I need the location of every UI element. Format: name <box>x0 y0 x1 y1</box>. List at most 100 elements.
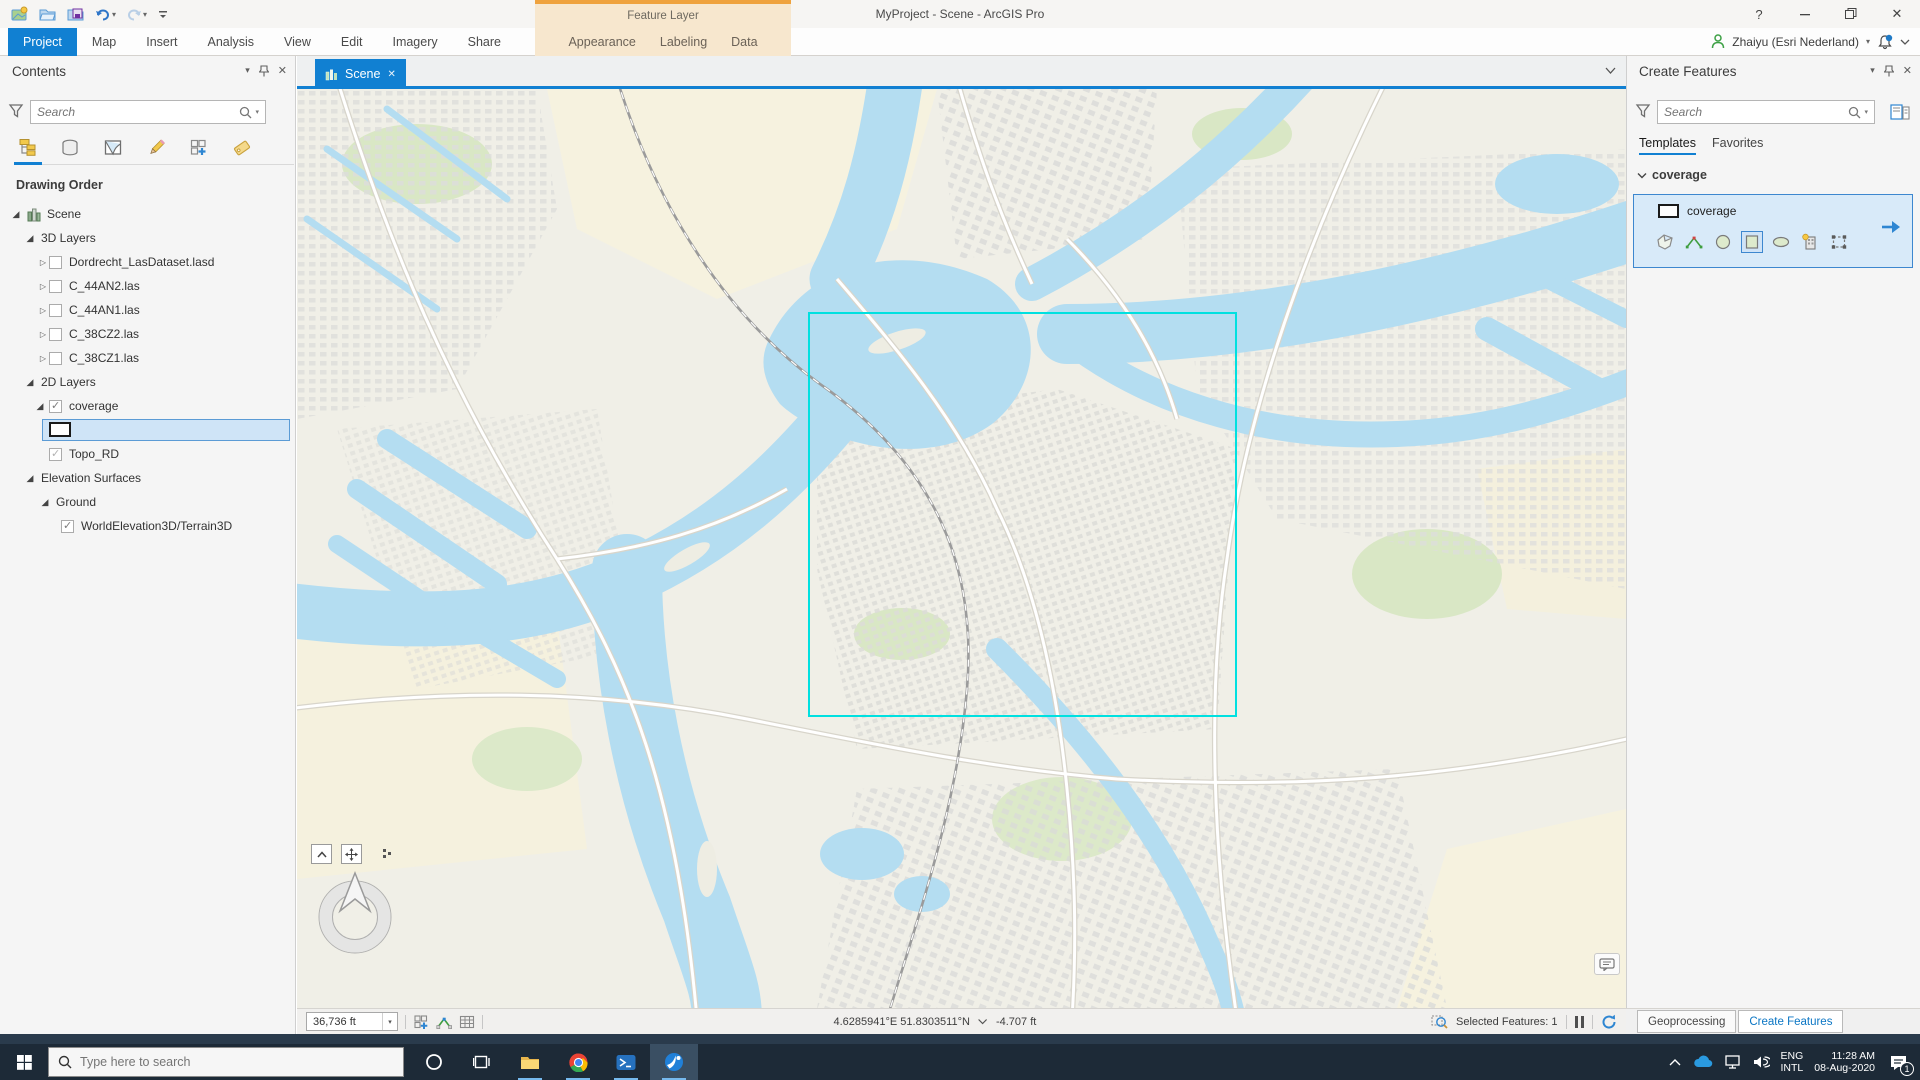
collapsed-twisty-icon[interactable]: ▷ <box>37 258 49 267</box>
undo-button[interactable]: ▾ <box>92 2 119 26</box>
ellipse-tool-icon[interactable] <box>1770 231 1792 253</box>
tree-item-topo-rd[interactable]: Topo_RD <box>0 442 295 466</box>
selected-features-count[interactable]: Selected Features: 1 <box>1456 1016 1558 1028</box>
search-icon[interactable] <box>239 106 252 119</box>
overview-toggle-button[interactable] <box>311 844 332 864</box>
list-by-selection-icon[interactable] <box>100 136 126 160</box>
refresh-icon[interactable] <box>1601 1014 1617 1030</box>
pin-icon[interactable] <box>1883 64 1894 77</box>
nav-drag-handle[interactable] <box>383 849 391 859</box>
add-grid-icon[interactable] <box>413 1014 429 1030</box>
pause-drawing-button[interactable] <box>1574 1015 1584 1028</box>
scene-view-tab[interactable]: Scene ✕ <box>315 59 406 89</box>
volume-icon[interactable] <box>1753 1055 1770 1069</box>
coverage-template-card[interactable]: coverage <box>1633 194 1913 268</box>
panel-menu-dropdown-icon[interactable]: ▾ <box>245 65 250 76</box>
snapping-toggle-icon[interactable] <box>436 1014 452 1030</box>
tab-edit[interactable]: Edit <box>326 28 378 56</box>
list-by-drawing-order-icon[interactable] <box>14 136 40 160</box>
layer-checkbox[interactable] <box>49 327 62 341</box>
contents-search-input[interactable] <box>31 105 240 119</box>
tree-item-c44an2[interactable]: ▷ C_44AN2.las <box>0 274 295 298</box>
language-indicator[interactable]: ENG INTL <box>1781 1050 1804 1074</box>
open-active-template-arrow-icon[interactable] <box>1880 219 1902 235</box>
start-button[interactable] <box>0 1044 48 1080</box>
file-explorer-button[interactable] <box>506 1044 554 1080</box>
minimize-button[interactable] <box>1782 0 1828 28</box>
panel-menu-dropdown-icon[interactable]: ▾ <box>1870 65 1875 76</box>
powershell-button[interactable] <box>602 1044 650 1080</box>
coverage-rectangle-symbol[interactable] <box>49 422 71 437</box>
rectangle-tool-icon[interactable] <box>1741 231 1763 253</box>
tab-labeling[interactable]: Labeling <box>648 28 719 56</box>
expanded-twisty-icon[interactable]: ◢ <box>24 473 36 484</box>
search-icon[interactable] <box>1848 106 1861 119</box>
tab-list-chevron-icon[interactable] <box>1605 66 1616 75</box>
restore-button[interactable] <box>1828 0 1874 28</box>
tree-item-coverage[interactable]: ◢ coverage <box>0 394 295 418</box>
pin-icon[interactable] <box>258 64 269 77</box>
tab-share[interactable]: Share <box>453 28 516 56</box>
taskbar-search-input[interactable] <box>80 1055 394 1069</box>
task-view-button[interactable] <box>458 1044 506 1080</box>
onedrive-icon[interactable] <box>1692 1055 1714 1069</box>
filter-funnel-icon[interactable] <box>1635 103 1651 119</box>
tab-favorites[interactable]: Favorites <box>1712 136 1763 155</box>
list-by-labeling-icon[interactable] <box>229 136 255 160</box>
tree-item-2d-layers[interactable]: ◢ 2D Layers <box>0 370 295 394</box>
notifications-bell-icon[interactable] <box>1877 34 1893 50</box>
collapsed-twisty-icon[interactable]: ▷ <box>37 354 49 363</box>
tree-item-coverage-symbol[interactable] <box>0 418 295 442</box>
autocomplete-polygon-tool-icon[interactable] <box>1799 231 1821 253</box>
customize-quick-access-button[interactable] <box>154 2 172 26</box>
map-scale-combobox[interactable]: 36,736 ft ▾ <box>306 1012 398 1031</box>
expanded-twisty-icon[interactable]: ◢ <box>34 401 46 412</box>
tree-item-elevation-surfaces[interactable]: ◢ Elevation Surfaces <box>0 466 295 490</box>
collapsed-twisty-icon[interactable]: ▷ <box>37 306 49 315</box>
taskbar-search-box[interactable] <box>48 1047 404 1077</box>
list-by-editing-icon[interactable] <box>143 136 169 160</box>
map-canvas[interactable] <box>297 89 1626 1008</box>
help-button[interactable]: ? <box>1736 0 1782 28</box>
expanded-twisty-icon[interactable]: ◢ <box>24 233 36 244</box>
user-dropdown-arrow[interactable]: ▾ <box>1866 37 1870 46</box>
scale-dropdown-arrow[interactable]: ▾ <box>382 1013 397 1030</box>
open-project-button[interactable] <box>36 2 60 26</box>
collapsed-twisty-icon[interactable]: ▷ <box>37 282 49 291</box>
tree-item-c38cz2[interactable]: ▷ C_38CZ2.las <box>0 322 295 346</box>
tree-item-c38cz1[interactable]: ▷ C_38CZ1.las <box>0 346 295 370</box>
panel-close-icon[interactable]: ✕ <box>1903 64 1912 77</box>
ribbon-collapse-chevron-icon[interactable] <box>1900 38 1910 46</box>
tab-map[interactable]: Map <box>77 28 131 56</box>
panel-close-icon[interactable]: ✕ <box>278 64 287 77</box>
filter-funnel-icon[interactable] <box>8 103 24 119</box>
coverage-group-header[interactable]: coverage <box>1637 168 1707 182</box>
tab-appearance[interactable]: Appearance <box>556 28 647 56</box>
close-view-icon[interactable]: ✕ <box>387 69 395 80</box>
expanded-twisty-icon[interactable]: ◢ <box>39 497 51 508</box>
list-by-snapping-icon[interactable] <box>186 136 212 160</box>
compass-north-arrow[interactable] <box>310 869 400 959</box>
selected-features-icon[interactable] <box>1431 1014 1448 1029</box>
collapsed-twisty-icon[interactable]: ▷ <box>37 330 49 339</box>
attribute-table-icon[interactable] <box>459 1014 475 1030</box>
chrome-button[interactable] <box>554 1044 602 1080</box>
layer-checkbox[interactable] <box>49 255 62 269</box>
tab-analysis[interactable]: Analysis <box>193 28 270 56</box>
tab-insert[interactable]: Insert <box>131 28 192 56</box>
search-options-arrow[interactable]: ▾ <box>1864 108 1868 116</box>
layer-checkbox-checked[interactable] <box>49 447 62 461</box>
layer-checkbox[interactable] <box>49 351 62 365</box>
layer-checkbox-checked[interactable] <box>61 519 74 533</box>
list-by-data-source-icon[interactable] <box>57 136 83 160</box>
signed-in-user[interactable]: Zhaiyu (Esri Nederland) <box>1732 35 1859 49</box>
tree-item-c44an1[interactable]: ▷ C_44AN1.las <box>0 298 295 322</box>
expanded-twisty-icon[interactable]: ◢ <box>10 209 22 220</box>
tab-view[interactable]: View <box>269 28 326 56</box>
hidden-icons-chevron-icon[interactable] <box>1669 1058 1681 1066</box>
taskbar-clock[interactable]: 11:28 AM 08-Aug-2020 <box>1814 1050 1875 1074</box>
create-features-dock-tab[interactable]: Create Features <box>1738 1010 1844 1033</box>
save-project-button[interactable] <box>64 2 88 26</box>
pan-mode-button[interactable] <box>341 844 362 864</box>
layer-checkbox[interactable] <box>49 303 62 317</box>
